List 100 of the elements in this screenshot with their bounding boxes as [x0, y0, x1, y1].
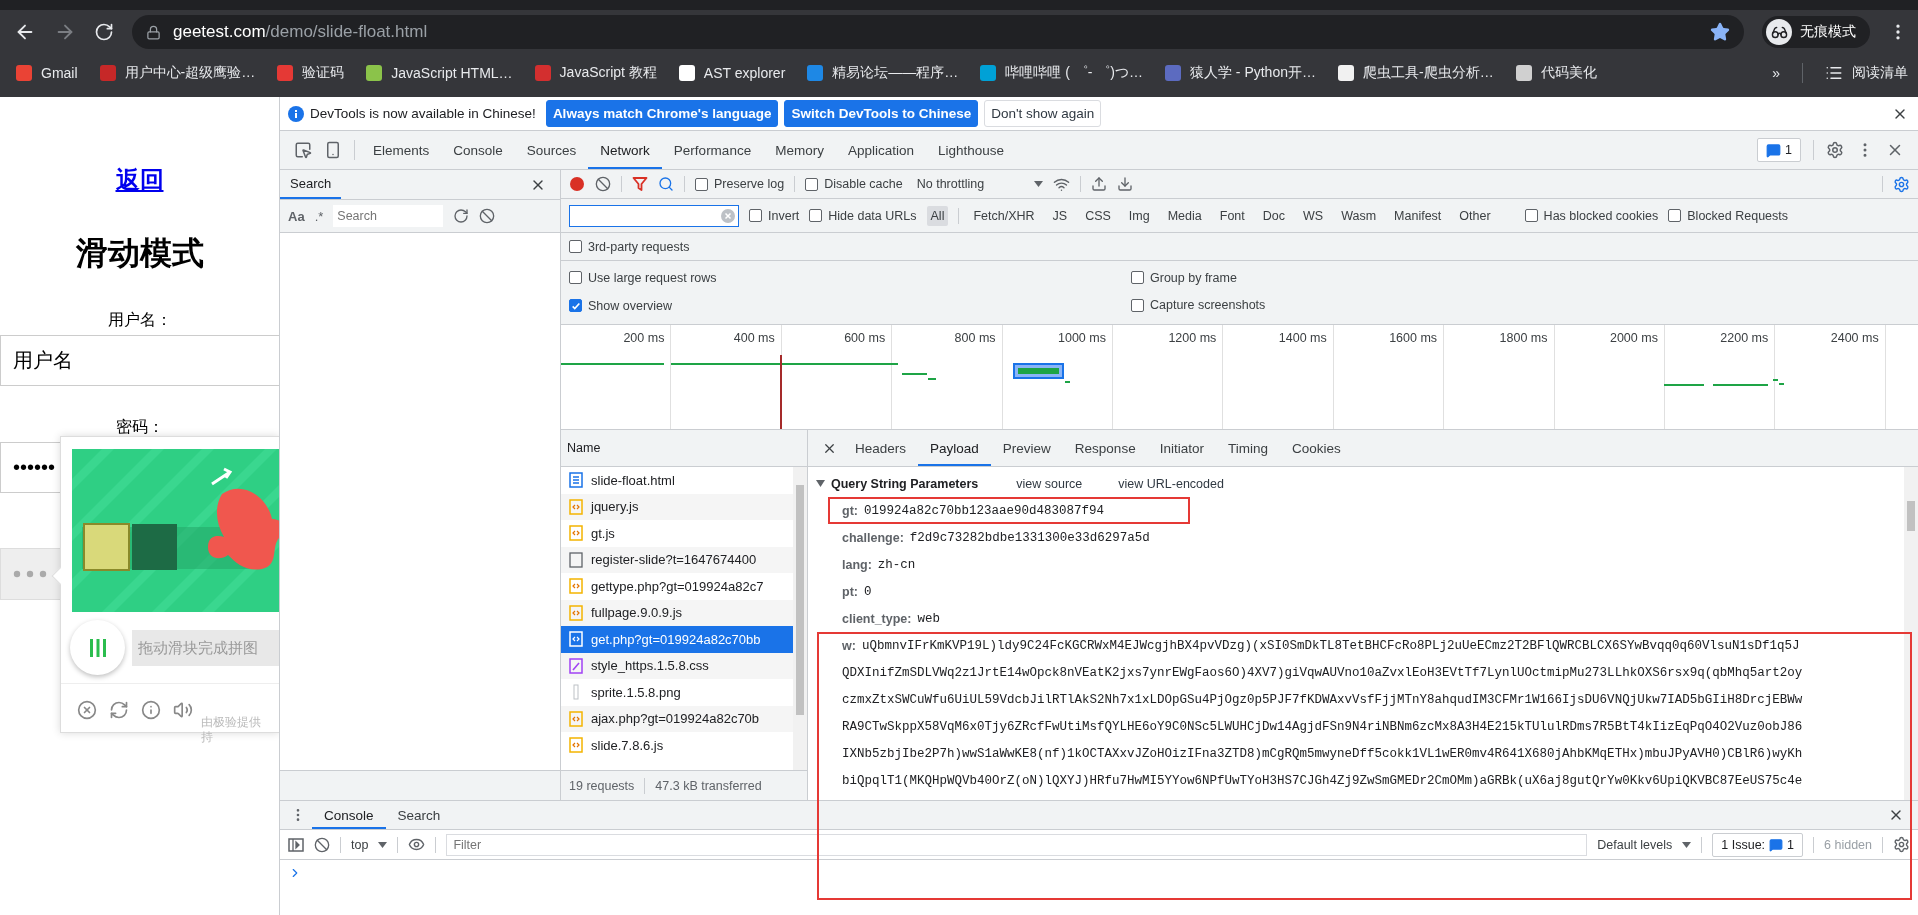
issues-button[interactable]: 1: [1757, 138, 1801, 162]
sidebar-toggle-icon[interactable]: [288, 836, 304, 853]
type-filter[interactable]: Img: [1124, 205, 1154, 226]
bookmark[interactable]: 哔哩哔哩 ( ゜- ゜)つ…: [980, 63, 1143, 82]
regex-toggle[interactable]: .*: [314, 208, 324, 224]
reading-list-button[interactable]: 阅读清单: [1825, 63, 1908, 82]
clear-icon[interactable]: [314, 836, 330, 853]
devtools-tab[interactable]: Sources: [514, 131, 589, 169]
type-filter[interactable]: Font: [1215, 205, 1249, 226]
request-row[interactable]: get.php?gt=019924a82c70bb: [561, 626, 793, 653]
profile-button[interactable]: 无痕模式: [1762, 16, 1870, 48]
detail-tab[interactable]: Cookies: [1279, 430, 1353, 466]
checkbox[interactable]: [569, 271, 582, 284]
infobar-button[interactable]: Switch DevTools to Chinese: [784, 100, 979, 127]
type-filter[interactable]: Other: [1455, 205, 1495, 226]
upload-icon[interactable]: [1091, 176, 1108, 192]
star-icon[interactable]: [1710, 22, 1730, 42]
bookmark[interactable]: Gmail: [16, 64, 78, 81]
type-filter[interactable]: WS: [1299, 205, 1328, 226]
inspect-icon[interactable]: [294, 141, 312, 159]
checkbox[interactable]: [1131, 271, 1144, 284]
infobar-button[interactable]: Always match Chrome's language: [545, 100, 779, 127]
overflow-button[interactable]: »: [1772, 64, 1780, 81]
throttling-select[interactable]: No throttling: [916, 177, 985, 191]
bookmark[interactable]: 猿人学 - Python开…: [1164, 63, 1316, 82]
settings-icon[interactable]: [1826, 141, 1844, 159]
devtools-tab[interactable]: Elements: [361, 131, 442, 169]
match-case-toggle[interactable]: Aa: [288, 208, 305, 224]
scrollbar[interactable]: [1904, 467, 1918, 800]
checkbox[interactable]: [695, 177, 708, 191]
bookmark[interactable]: 精易论坛——程序…: [807, 63, 959, 82]
checkbox[interactable]: [1668, 209, 1682, 222]
devtools-tab[interactable]: Memory: [763, 131, 836, 169]
detail-tab[interactable]: Payload: [918, 430, 991, 466]
levels-select[interactable]: Default levels: [1597, 837, 1673, 852]
bookmark[interactable]: 验证码: [277, 63, 345, 82]
bookmark[interactable]: 代码美化: [1515, 63, 1597, 82]
eye-icon[interactable]: [408, 836, 426, 853]
address-bar[interactable]: geetest.com/demo/slide-float.html: [132, 15, 1744, 49]
scrollbar[interactable]: [793, 467, 807, 770]
type-filter[interactable]: Doc: [1258, 205, 1289, 226]
bookmark[interactable]: JavaScript HTML…: [366, 64, 513, 81]
request-row[interactable]: register-slide?t=1647674400: [561, 546, 793, 573]
checkbox[interactable]: [1131, 298, 1144, 312]
type-filter[interactable]: CSS: [1081, 205, 1115, 226]
bookmark[interactable]: JavaScript 教程: [534, 63, 657, 82]
detail-tab[interactable]: Timing: [1215, 430, 1280, 466]
text-field[interactable]: 用户名: [0, 335, 279, 386]
detail-tab[interactable]: Headers: [843, 430, 919, 466]
clear-icon[interactable]: [479, 208, 496, 224]
checkbox[interactable]: [809, 209, 823, 222]
request-row[interactable]: jquery.js: [561, 493, 793, 520]
filter-icon[interactable]: [632, 176, 648, 192]
info-icon[interactable]: [141, 700, 161, 720]
type-filter[interactable]: Manifest: [1390, 205, 1446, 226]
checkbox[interactable]: [569, 240, 582, 253]
devtools-tab[interactable]: Lighthouse: [925, 131, 1017, 169]
clear-icon[interactable]: [595, 176, 611, 192]
caret-icon[interactable]: [816, 479, 825, 488]
slider-handle[interactable]: [70, 620, 125, 675]
devtools-tab[interactable]: Performance: [661, 131, 764, 169]
detail-tab[interactable]: Initiator: [1147, 430, 1216, 466]
type-filter[interactable]: All: [926, 205, 949, 226]
drawer-tab[interactable]: Console: [312, 801, 386, 829]
settings-icon[interactable]: [1893, 175, 1910, 193]
search-icon[interactable]: [658, 176, 674, 192]
filter-field[interactable]: [569, 204, 739, 227]
checkbox[interactable]: [749, 209, 762, 222]
checkbox[interactable]: [1524, 209, 1538, 222]
column-header[interactable]: Name: [561, 430, 807, 467]
refresh-icon[interactable]: [453, 208, 470, 224]
search-field[interactable]: Search: [333, 205, 444, 227]
settings-icon[interactable]: [1893, 836, 1910, 853]
download-icon[interactable]: [1117, 176, 1134, 192]
infobar-button[interactable]: Don't show again: [984, 100, 1102, 127]
context-select[interactable]: top: [351, 837, 369, 852]
drawer-tab[interactable]: Search: [385, 801, 453, 829]
detail-tab[interactable]: Response: [1062, 430, 1148, 466]
request-row[interactable]: style_https.1.5.8.css: [561, 652, 793, 679]
issues-button[interactable]: 1 Issue: 1: [1712, 832, 1804, 857]
bookmark[interactable]: AST explorer: [678, 64, 786, 81]
request-row[interactable]: ajax.php?gt=019924a82c70b: [561, 705, 793, 732]
record-icon[interactable]: [569, 176, 585, 192]
checkbox[interactable]: [569, 299, 582, 313]
checkbox[interactable]: [805, 177, 819, 191]
reload-icon[interactable]: [94, 22, 114, 42]
request-row[interactable]: fullpage.9.0.9.js: [561, 599, 793, 626]
type-filter[interactable]: Fetch/XHR: [969, 205, 1039, 226]
device-icon[interactable]: [324, 141, 342, 159]
refresh-icon[interactable]: [109, 700, 129, 720]
speaker-icon[interactable]: [173, 700, 193, 720]
view-link[interactable]: view source: [1016, 476, 1083, 491]
type-filter[interactable]: Media: [1163, 205, 1206, 226]
bookmark[interactable]: 爬虫工具-爬虫分析…: [1338, 63, 1494, 82]
detail-tab[interactable]: Preview: [990, 430, 1063, 466]
type-filter[interactable]: JS: [1048, 205, 1072, 226]
type-filter[interactable]: Wasm: [1337, 205, 1381, 226]
devtools-tab[interactable]: Console: [441, 131, 515, 169]
view-link[interactable]: view URL-encoded: [1118, 476, 1224, 491]
bookmark[interactable]: 用户中心-超级鹰验…: [99, 63, 256, 82]
